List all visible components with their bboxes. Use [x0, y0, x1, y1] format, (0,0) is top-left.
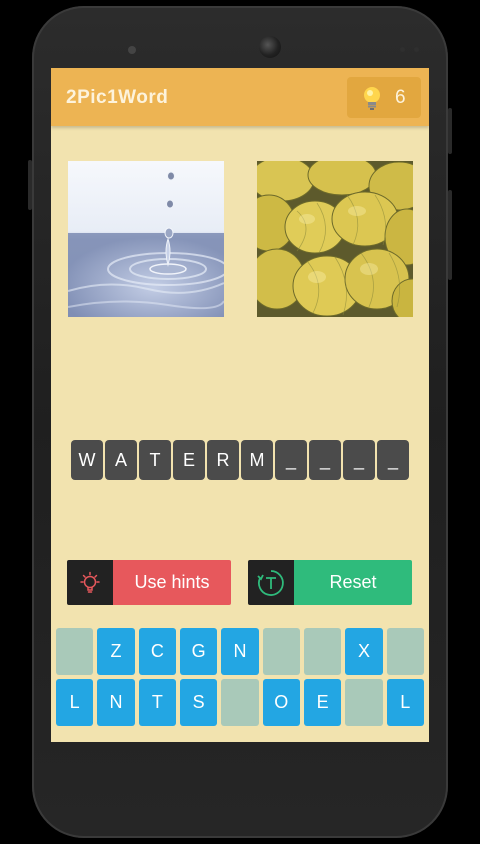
key-letter[interactable]: E	[303, 679, 342, 726]
answer-slots: W A T E R M _ _ _ _	[71, 440, 409, 480]
key-used	[221, 679, 259, 726]
key-letter[interactable]: Z	[97, 628, 135, 675]
key-letter[interactable]: S	[179, 679, 218, 726]
keyboard-row: Z C G N X	[56, 628, 424, 675]
proximity-sensor	[128, 46, 136, 54]
key-letter[interactable]: L	[56, 679, 94, 726]
answer-letter[interactable]: R	[207, 440, 239, 480]
lightbulb-icon	[67, 560, 113, 605]
keyboard-row: L N T S O E L	[56, 679, 424, 726]
answer-slot-empty[interactable]: _	[377, 440, 409, 480]
front-camera	[259, 36, 281, 58]
letter-keyboard: Z C G N X L N T S O E L	[56, 628, 424, 730]
hint-counter[interactable]: 6	[347, 77, 421, 118]
key-used	[262, 628, 300, 675]
key-used	[303, 628, 342, 675]
key-letter[interactable]: N	[97, 679, 135, 726]
app-screen: 2Pic1Word 6 W A T E R M _ _ _ _ Use hint…	[51, 68, 429, 742]
answer-letter[interactable]: W	[71, 440, 103, 480]
hint-count: 6	[395, 87, 406, 108]
side-button	[28, 160, 32, 210]
key-used	[345, 679, 383, 726]
answer-letter[interactable]: E	[173, 440, 205, 480]
reset-button[interactable]: Reset	[248, 560, 412, 605]
answer-letter[interactable]: A	[105, 440, 137, 480]
answer-letter[interactable]: T	[139, 440, 171, 480]
reset-label: Reset	[294, 560, 412, 605]
key-letter[interactable]: C	[138, 628, 176, 675]
key-letter[interactable]: T	[138, 679, 176, 726]
key-letter[interactable]: X	[345, 628, 383, 675]
answer-slot-empty[interactable]: _	[309, 440, 341, 480]
melons-image	[257, 161, 413, 317]
key-used	[56, 628, 94, 675]
app-bar: 2Pic1Word 6	[51, 68, 429, 126]
answer-letter[interactable]: M	[241, 440, 273, 480]
sensor-dot	[400, 47, 405, 52]
use-hints-label: Use hints	[113, 560, 231, 605]
key-letter[interactable]: G	[179, 628, 218, 675]
sensor-dot	[414, 47, 419, 52]
water-drop-image	[68, 161, 224, 317]
key-letter[interactable]: N	[221, 628, 259, 675]
key-used	[386, 628, 424, 675]
answer-slot-empty[interactable]: _	[275, 440, 307, 480]
use-hints-button[interactable]: Use hints	[67, 560, 231, 605]
key-letter[interactable]: L	[386, 679, 424, 726]
lightbulb-icon	[364, 87, 380, 110]
app-title: 2Pic1Word	[66, 87, 169, 108]
volume-button	[448, 190, 452, 280]
key-letter[interactable]: O	[262, 679, 300, 726]
power-button	[448, 108, 452, 154]
reset-icon	[248, 560, 294, 605]
answer-slot-empty[interactable]: _	[343, 440, 375, 480]
